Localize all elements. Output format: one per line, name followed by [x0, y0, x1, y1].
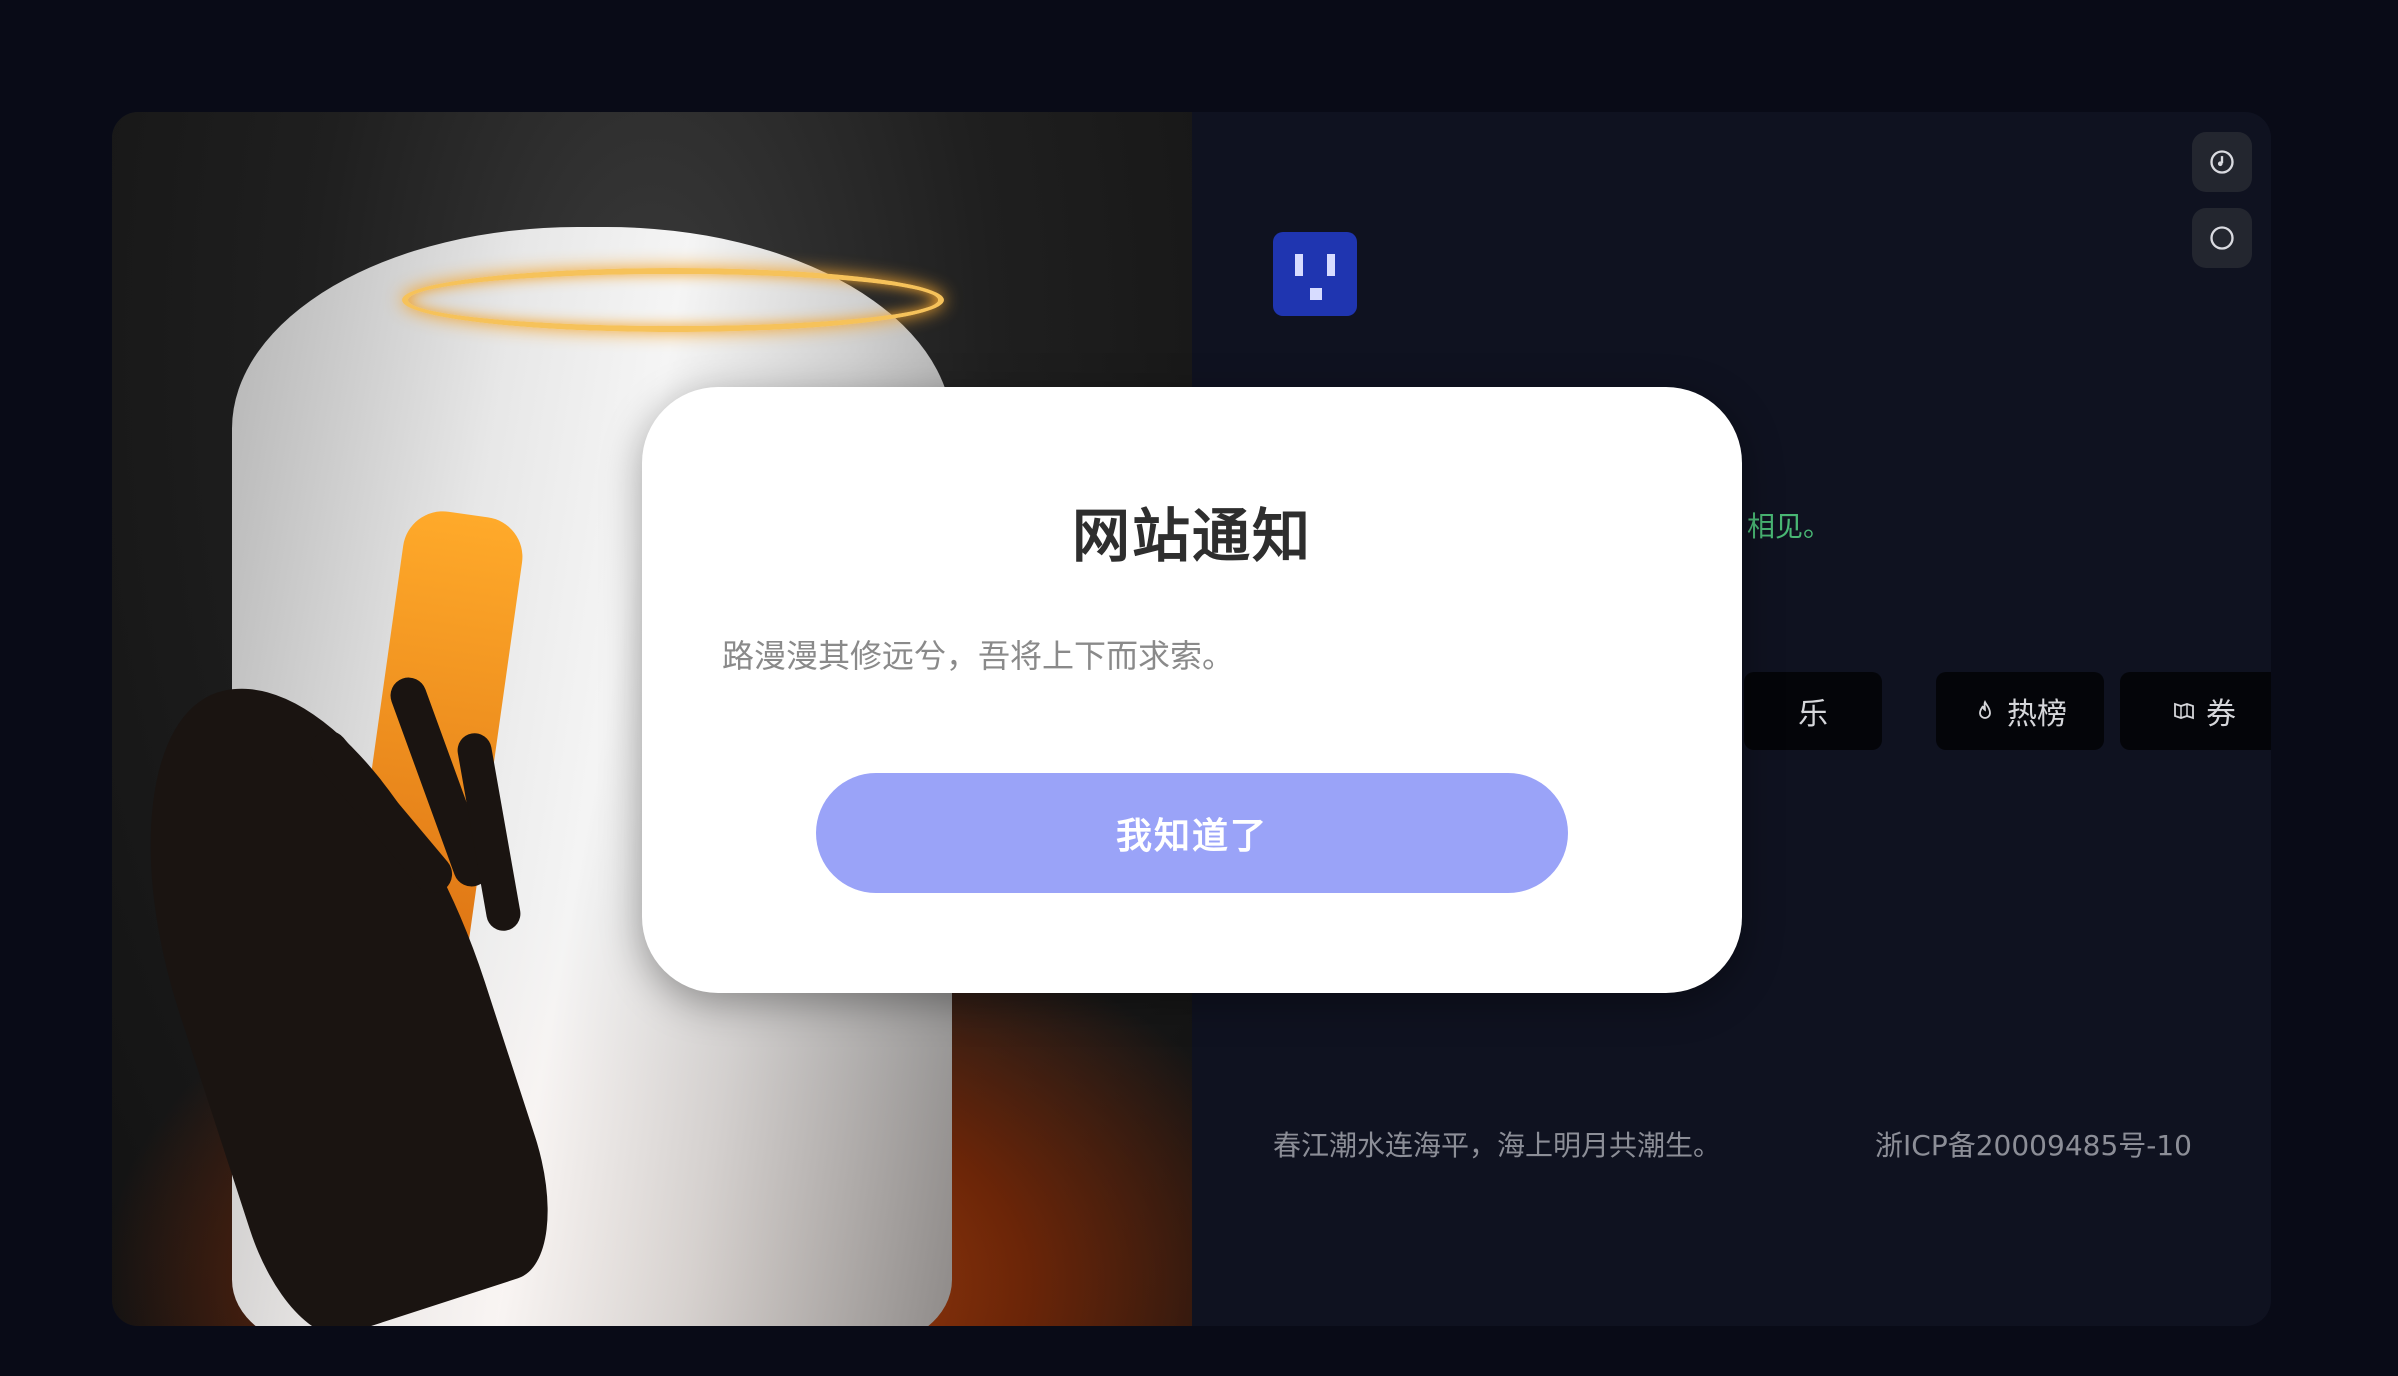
footer-quote: 春江潮水连海平，海上明月共潮生。 [1273, 1129, 1722, 1162]
artwork-halo [402, 268, 944, 332]
nav-chip-hot-list[interactable]: 热榜 [1936, 672, 2104, 750]
dialog-message: 路漫漫其修远兮，吾将上下而求索。 [722, 637, 1235, 675]
logo-eye-right [1327, 254, 1335, 276]
dialog-confirm-button[interactable]: 我知道了 [816, 773, 1568, 893]
status-text: 相见。 [1747, 510, 1832, 543]
nav-chip-music[interactable]: 乐 [1744, 672, 1882, 750]
nav-chip-label: 乐 [1798, 697, 1828, 732]
theme-toggle-button[interactable] [2192, 208, 2252, 268]
logo-eye-left [1295, 254, 1303, 276]
music-icon [2210, 150, 2234, 174]
nav-chip-coupon[interactable]: 券 [2120, 672, 2271, 750]
icp-link[interactable]: 浙ICP备20009485号-10 [1875, 1124, 2192, 1164]
dialog-title: 网站通知 [1071, 502, 1312, 570]
flame-icon [1979, 699, 1991, 719]
nav-chip-label: 热榜 [2007, 697, 2067, 732]
nav-chip-label: 券 [2206, 697, 2236, 732]
logo-mouth [1310, 288, 1322, 300]
music-button[interactable] [2192, 132, 2252, 192]
theme-toggle-icon [2210, 226, 2234, 250]
ticket-icon [2174, 702, 2194, 720]
site-logo[interactable] [1273, 232, 1357, 316]
site-notice-dialog: 网站通知 路漫漫其修远兮，吾将上下而求索。 我知道了 [642, 387, 1742, 993]
